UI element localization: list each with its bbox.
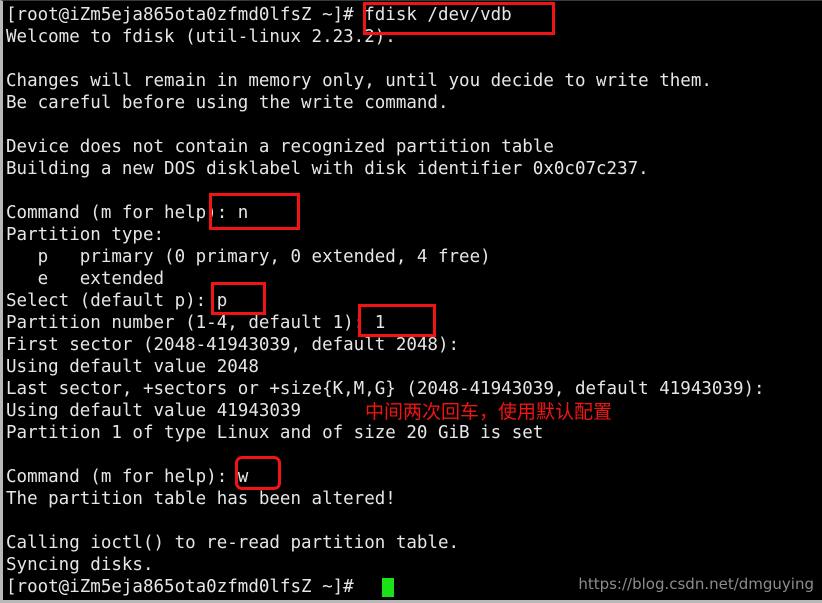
terminal-line: Command (m for help): w [6, 467, 249, 487]
terminal-cursor [382, 578, 394, 597]
terminal-line: Partition number (1-4, default 1): 1 [6, 313, 386, 333]
terminal-output[interactable]: [root@iZm5eja865ota0zfmd0lfsZ ~]# fdisk … [3, 1, 822, 598]
terminal-line: Building a new DOS disklabel with disk i… [6, 159, 649, 179]
annotation-note-chinese: 中间两次回车，使用默认配置 [365, 401, 613, 423]
terminal-line: Using default value 2048 [6, 357, 259, 377]
terminal-line: Partition 1 of type Linux and of size 20… [6, 423, 544, 443]
watermark-url: https://blog.csdn.net/dmguying [578, 575, 814, 593]
terminal-window: [root@iZm5eja865ota0zfmd0lfsZ ~]# fdisk … [0, 0, 822, 603]
terminal-line: Calling ioctl() to re-read partition tab… [6, 533, 460, 553]
terminal-line: Device does not contain a recognized par… [6, 137, 554, 157]
terminal-line: Changes will remain in memory only, unti… [6, 71, 712, 91]
terminal-line: The partition table has been altered! [6, 489, 396, 509]
terminal-line: [root@iZm5eja865ota0zfmd0lfsZ ~]# fdisk … [6, 5, 512, 25]
terminal-line: Select (default p): p [6, 291, 228, 311]
terminal-line: First sector (2048-41943039, default 204… [6, 335, 460, 355]
terminal-line: Last sector, +sectors or +size{K,M,G} (2… [6, 379, 765, 399]
terminal-line: Command (m for help): n [6, 203, 249, 223]
terminal-line: p primary (0 primary, 0 extended, 4 free… [6, 247, 491, 267]
terminal-line: Partition type: [6, 225, 165, 245]
terminal-line: Welcome to fdisk (util-linux 2.23.2). [6, 27, 396, 47]
terminal-line: Be careful before using the write comman… [6, 93, 449, 113]
terminal-line: e extended [6, 269, 165, 289]
